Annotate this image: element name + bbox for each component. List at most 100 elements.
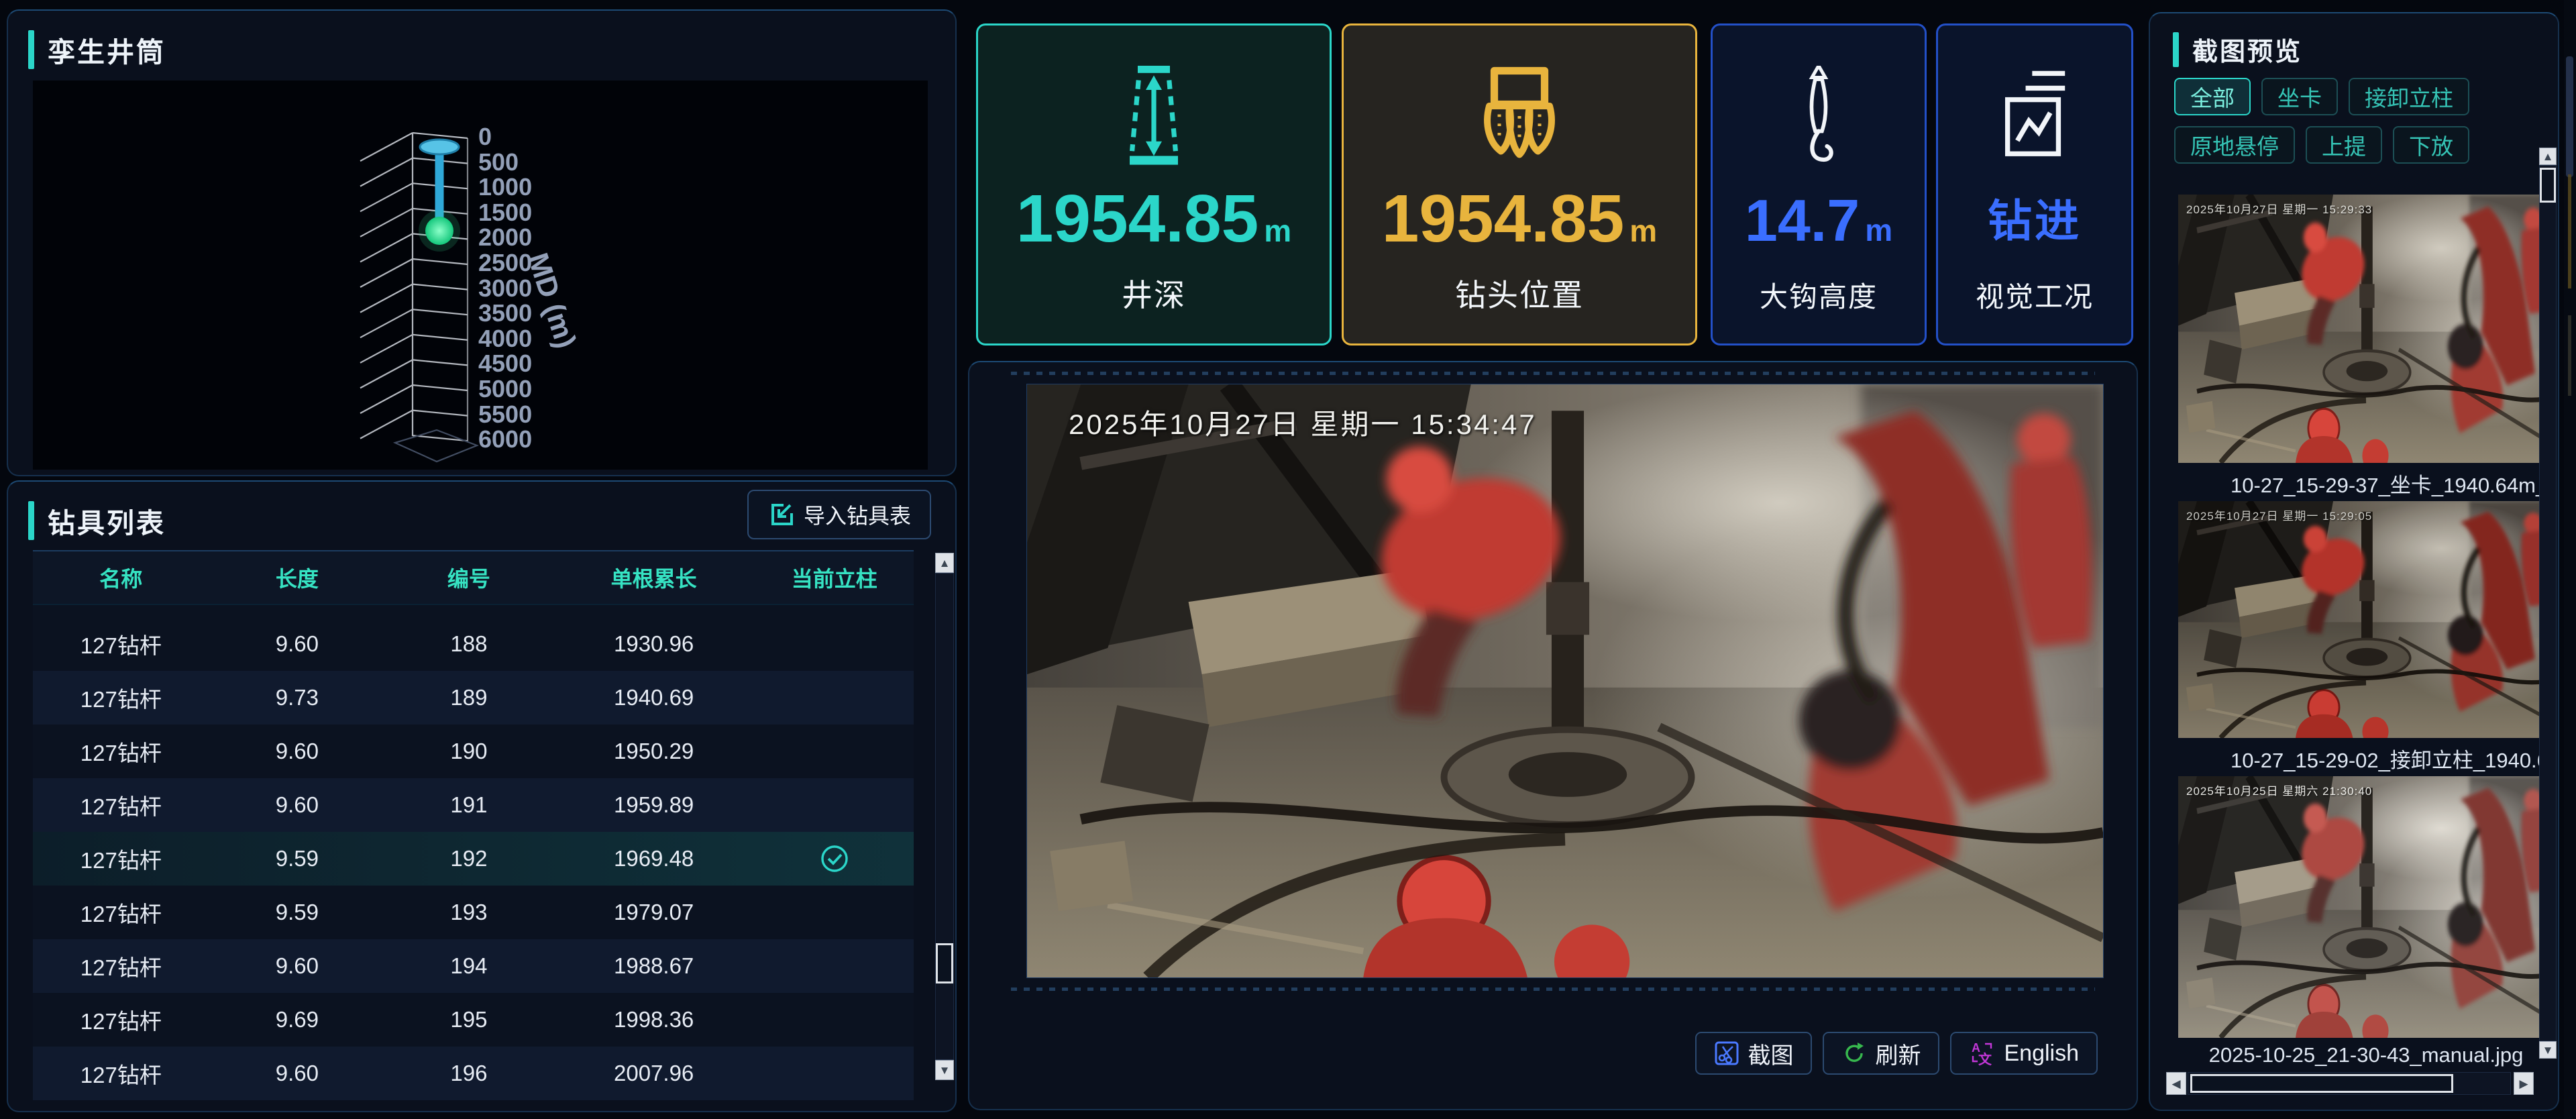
column-header-length: 长度 <box>209 562 386 593</box>
preview-scroll-down-button[interactable]: ▼ <box>2539 1041 2557 1059</box>
svg-text:5000: 5000 <box>478 375 532 403</box>
table-row[interactable]: 127钻杆9.60 1941988.67 <box>33 939 914 993</box>
edge-artifact <box>2568 174 2571 288</box>
drill-tools-table: 名称 长度 编号 单根累长 当前立柱 127钻杆 9.60 187 1921.3… <box>33 550 914 1104</box>
svg-text:6000: 6000 <box>478 425 532 453</box>
thumbnail-image <box>2178 501 2554 738</box>
current-check-icon <box>819 843 850 874</box>
page-scrollbar-thumb[interactable] <box>2566 56 2573 177</box>
table-row[interactable]: 127钻杆9.60 1962007.96 <box>33 1047 914 1100</box>
import-tools-button[interactable]: 导入钻具表 <box>747 490 931 539</box>
thumbnail-caption: 10-27_15-29-37_坐卡_1940.64m_编号_1 <box>2178 468 2554 498</box>
panel-title: 钻具列表 <box>48 500 166 541</box>
table-row[interactable]: 127钻杆9.60 1881930.96 <box>33 617 914 671</box>
thumbnail-image <box>2178 776 2554 1038</box>
hook-icon <box>1792 66 1845 166</box>
table-scrollbar-thumb[interactable] <box>936 943 953 983</box>
table-row-clipped[interactable]: 127钻杆 9.60 187 1921.36 <box>33 605 914 617</box>
visual-condition-card: 钻进 视觉工况 <box>1936 23 2133 345</box>
svg-text:4000: 4000 <box>478 325 532 352</box>
refresh-icon <box>1841 1041 1867 1066</box>
filter-lower-down[interactable]: 下放 <box>2393 126 2469 164</box>
svg-text:1500: 1500 <box>478 199 532 226</box>
svg-text:1000: 1000 <box>478 173 532 201</box>
screenshot-preview-panel: 截图预览 全部 坐卡 接卸立柱 原地悬停 上提 下放 2025年10月27日 星… <box>2149 12 2559 1111</box>
thumbnail-caption: 10-27_15-29-02_接卸立柱_1940.64m_编号 <box>2178 743 2554 774</box>
screenshot-thumbnail[interactable]: 2025年10月25日 星期六 21:30:40 2025-10-25_21-3… <box>2178 776 2554 1067</box>
language-toggle-button[interactable]: A 文 English <box>1950 1032 2098 1075</box>
svg-text:3500: 3500 <box>478 299 532 327</box>
preview-scroll-left-button[interactable]: ◀ <box>2166 1072 2186 1095</box>
hook-height-card: 14.7m 大钩高度 <box>1711 23 1927 345</box>
svg-text:3000: 3000 <box>478 274 532 302</box>
filter-hover-in-place[interactable]: 原地悬停 <box>2174 126 2295 164</box>
frame-decoration-bottom <box>1011 988 2095 991</box>
table-scroll-up-button[interactable]: ▲ <box>935 553 954 573</box>
bit-position-label: 钻头位置 <box>1455 271 1584 315</box>
visual-condition-value: 钻进 <box>1988 199 2082 243</box>
svg-text:文: 文 <box>1978 1051 1992 1067</box>
table-row[interactable]: 127钻杆9.59 1931979.07 <box>33 886 914 939</box>
panel-title: 截图预览 <box>2192 31 2302 68</box>
screenshot-thumbnail[interactable]: 2025年10月27日 星期一 15:29:33 10-27_15-29-37_… <box>2178 195 2554 498</box>
well-depth-card: 1954.85m 井深 <box>976 23 1332 345</box>
visual-condition-icon <box>1998 66 2072 166</box>
panel-header: 钻具列表 <box>28 500 166 541</box>
frame-decoration-top <box>1011 372 2095 375</box>
visual-condition-label: 视觉工况 <box>1976 274 2094 315</box>
table-row-current[interactable]: 127钻杆9.59 1921969.48 <box>33 832 914 886</box>
bit-position-value: 1954.85m <box>1382 185 1657 252</box>
preview-scrollbar-track[interactable] <box>2539 165 2557 1041</box>
accent-bar <box>28 501 34 540</box>
preview-filters: 全部 坐卡 接卸立柱 原地悬停 上提 下放 <box>2174 78 2540 164</box>
svg-text:4500: 4500 <box>478 350 532 377</box>
filter-all[interactable]: 全部 <box>2174 78 2251 115</box>
table-scrollbar-track[interactable] <box>935 573 954 1060</box>
thumbnail-timestamp: 2025年10月25日 星期六 21:30:40 <box>2186 782 2372 798</box>
hook-height-label: 大钩高度 <box>1760 274 1878 315</box>
well-depth-value: 1954.85m <box>1016 185 1291 252</box>
svg-text:0: 0 <box>478 123 492 150</box>
twin-wellbore-panel: 孪生井筒 <box>7 9 957 476</box>
screenshot-button-label: 截图 <box>1748 1037 1793 1070</box>
filter-pull-up[interactable]: 上提 <box>2306 126 2382 164</box>
video-actions: 截图 刷新 A 文 English <box>1695 1032 2098 1075</box>
preview-scroll-right-button[interactable]: ▶ <box>2514 1072 2534 1095</box>
table-header-row: 名称 长度 编号 单根累长 当前立柱 <box>33 551 914 605</box>
well-depth-label: 井深 <box>1122 271 1186 315</box>
import-icon <box>767 501 794 528</box>
thumbnail-timestamp: 2025年10月27日 星期一 15:29:33 <box>2186 200 2372 217</box>
wellbore-3d-plot: 0 500 1000 1500 2000 2500 3000 3500 4000… <box>33 81 928 470</box>
screenshot-scissors-icon <box>1714 1041 1739 1066</box>
filter-stand-connect[interactable]: 接卸立柱 <box>2349 78 2469 115</box>
refresh-button[interactable]: 刷新 <box>1823 1032 1939 1075</box>
accent-bar <box>28 30 34 69</box>
video-timestamp-overlay: 2025年10月27日 星期一 15:34:47 <box>1069 402 1537 443</box>
preview-scrollbar-thumb[interactable] <box>2540 168 2556 203</box>
column-header-number: 编号 <box>385 562 552 593</box>
table-row[interactable]: 127钻杆9.60 1911959.89 <box>33 778 914 832</box>
panel-header: 截图预览 <box>2173 31 2302 68</box>
panel-title: 孪生井筒 <box>48 30 166 70</box>
page-scrollbar[interactable] <box>2564 0 2576 1119</box>
drill-bit-icon <box>1476 66 1563 166</box>
preview-hscrollbar-thumb[interactable] <box>2190 1074 2453 1093</box>
table-scroll-down-button[interactable]: ▼ <box>935 1060 954 1080</box>
live-video-feed: 2025年10月27日 星期一 15:34:47 <box>1026 384 2104 978</box>
edge-artifact <box>2568 315 2571 396</box>
screenshot-thumbnail[interactable]: 2025年10月27日 星期一 15:29:05 10-27_15-29-02_… <box>2178 501 2554 774</box>
wellbore-3d-view[interactable]: 0 500 1000 1500 2000 2500 3000 3500 4000… <box>33 81 928 470</box>
preview-scroll-up-button[interactable]: ▲ <box>2539 148 2557 165</box>
screenshot-button[interactable]: 截图 <box>1695 1032 1812 1075</box>
drill-tools-panel: 钻具列表 导入钻具表 名称 长度 编号 单根累长 当前立柱 127钻杆 9.60 <box>7 480 957 1112</box>
column-header-name: 名称 <box>33 562 209 593</box>
drilling-dashboard: 孪生井筒 <box>0 0 2576 1119</box>
filter-slips-set[interactable]: 坐卡 <box>2261 78 2338 115</box>
thumbnail-caption: 2025-10-25_21-30-43_manual.jpg <box>2178 1043 2554 1067</box>
table-row[interactable]: 127钻杆9.73 1891940.69 <box>33 671 914 725</box>
refresh-button-label: 刷新 <box>1875 1037 1921 1070</box>
table-row[interactable]: 127钻杆9.69 1951998.36 <box>33 993 914 1047</box>
drill-bit-marker <box>419 210 460 252</box>
svg-text:5500: 5500 <box>478 401 532 428</box>
table-row[interactable]: 127钻杆9.60 1901950.29 <box>33 725 914 778</box>
